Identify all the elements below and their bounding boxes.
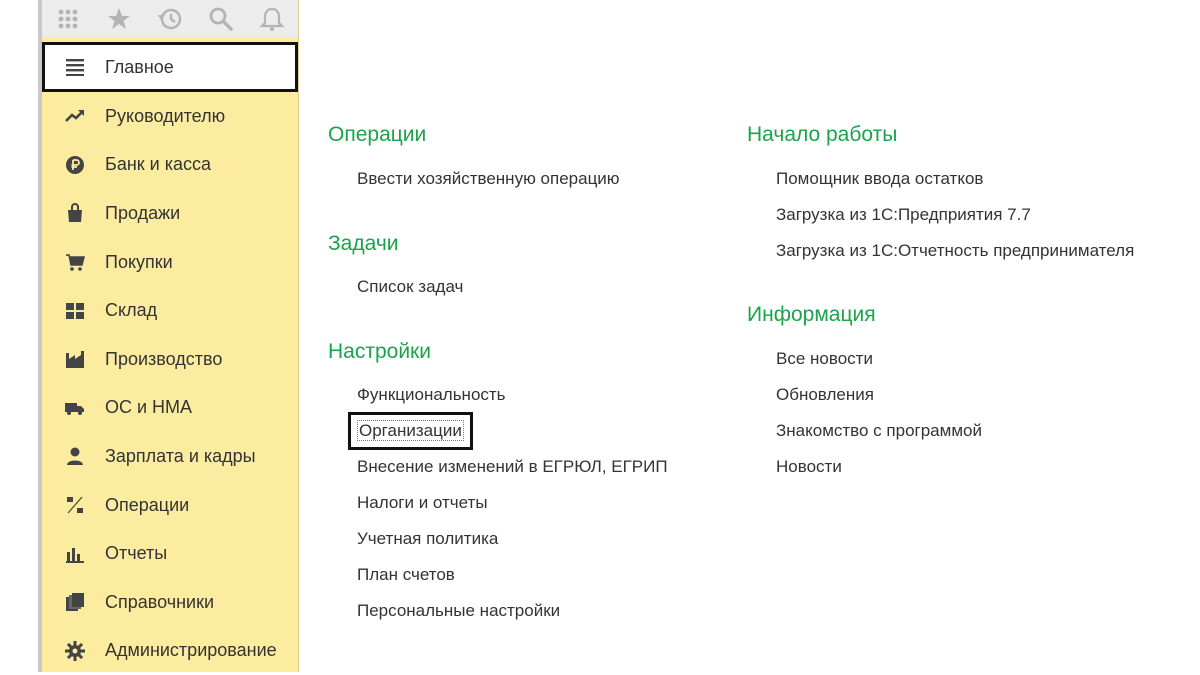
sidebar-item-directories[interactable]: Справочники — [42, 578, 298, 627]
section-title-start: Начало работы — [747, 123, 898, 146]
sidebar-item-reports[interactable]: Отчеты — [42, 529, 298, 578]
link-news[interactable]: Новости — [776, 457, 842, 477]
trend-icon — [64, 105, 86, 127]
cart-icon — [64, 251, 86, 273]
notifications-bell-icon[interactable] — [258, 5, 286, 33]
person-icon — [64, 445, 86, 467]
sidebar-item-label: Банк и касса — [105, 154, 211, 175]
sidebar-item-label: Справочники — [105, 591, 215, 612]
sidebar-item-operations[interactable]: Операции — [42, 481, 298, 530]
apps-grid-icon[interactable] — [54, 5, 82, 33]
window-left-edge — [0, 0, 38, 672]
sidebar-item-main[interactable]: Главное — [42, 42, 298, 92]
sidebar-item-label: Главное — [105, 56, 174, 77]
section-title-information: Информация — [747, 303, 876, 326]
sidebar-item-production[interactable]: Производство — [42, 335, 298, 384]
sidebar-item-label: Склад — [105, 300, 158, 321]
debit-credit-icon — [64, 494, 86, 516]
ruble-coin-icon — [64, 154, 86, 176]
factory-icon — [64, 348, 86, 370]
link-enter-business-operation[interactable]: Ввести хозяйственную операцию — [357, 169, 620, 189]
sidebar-item-label: Зарплата и кадры — [105, 445, 256, 466]
sidebar-item-bank[interactable]: Банк и касса — [42, 141, 298, 190]
sidebar-item-label: ОС и НМА — [105, 397, 193, 418]
sidebar-item-label: Отчеты — [105, 543, 168, 564]
sidebar-item-label: Производство — [105, 348, 223, 369]
link-taxes-reports[interactable]: Налоги и отчеты — [357, 493, 488, 513]
favorites-star-icon[interactable] — [105, 5, 133, 33]
menu-lines-icon — [64, 56, 86, 78]
sidebar-item-salary[interactable]: Зарплата и кадры — [42, 432, 298, 481]
sidebar-item-administration[interactable]: Администрирование — [42, 627, 298, 675]
bar-chart-icon — [64, 543, 86, 565]
shopping-bag-icon — [64, 202, 86, 224]
link-personal-settings[interactable]: Персональные настройки — [357, 601, 560, 621]
sidebar-item-label: Администрирование — [105, 640, 277, 661]
search-icon[interactable] — [207, 5, 235, 33]
sidebar-item-management[interactable]: Руководителю — [42, 92, 298, 141]
link-import-1c-entrepreneur-reporting[interactable]: Загрузка из 1С:Отчетность предпринимател… — [776, 241, 1134, 261]
history-icon[interactable] — [156, 5, 184, 33]
sidebar-item-label: Руководителю — [105, 105, 226, 126]
link-program-intro[interactable]: Знакомство с программой — [776, 421, 982, 441]
sidebar-item-assets[interactable]: ОС и НМА — [42, 384, 298, 433]
link-updates[interactable]: Обновления — [776, 385, 874, 405]
gear-icon — [64, 640, 86, 662]
toolbar — [42, 0, 298, 38]
section-title-tasks: Задачи — [328, 232, 399, 255]
link-organizations[interactable]: Организации — [348, 412, 473, 450]
link-functionality[interactable]: Функциональность — [357, 385, 506, 405]
sidebar-item-label: Покупки — [105, 251, 173, 272]
link-egrul-changes[interactable]: Внесение изменений в ЕГРЮЛ, ЕГРИП — [357, 457, 668, 477]
sidebar-item-sales[interactable]: Продажи — [42, 189, 298, 238]
sidebar-item-warehouse[interactable]: Склад — [42, 286, 298, 335]
link-opening-balances-assistant[interactable]: Помощник ввода остатков — [776, 169, 983, 189]
link-import-1c-77[interactable]: Загрузка из 1С:Предприятия 7.7 — [776, 205, 1031, 225]
section-title-settings: Настройки — [328, 340, 431, 363]
warehouse-grid-icon — [64, 300, 86, 322]
link-task-list[interactable]: Список задач — [357, 277, 463, 297]
section-title-operations: Операции — [328, 123, 427, 146]
sidebar-item-label: Операции — [105, 494, 190, 515]
sidebar-item-purchases[interactable]: Покупки — [42, 238, 298, 287]
sections-nav: Главное Руководителю Банк и касса Продаж… — [42, 42, 298, 675]
link-organizations-label: Организации — [357, 420, 464, 441]
sections-panel: Главное Руководителю Банк и касса Продаж… — [42, 0, 299, 672]
sidebar-item-label: Продажи — [105, 202, 181, 223]
link-accounting-policy[interactable]: Учетная политика — [357, 529, 498, 549]
truck-icon — [64, 397, 86, 419]
link-all-news[interactable]: Все новости — [776, 349, 873, 369]
books-icon — [64, 591, 86, 613]
link-chart-of-accounts[interactable]: План счетов — [357, 565, 455, 585]
